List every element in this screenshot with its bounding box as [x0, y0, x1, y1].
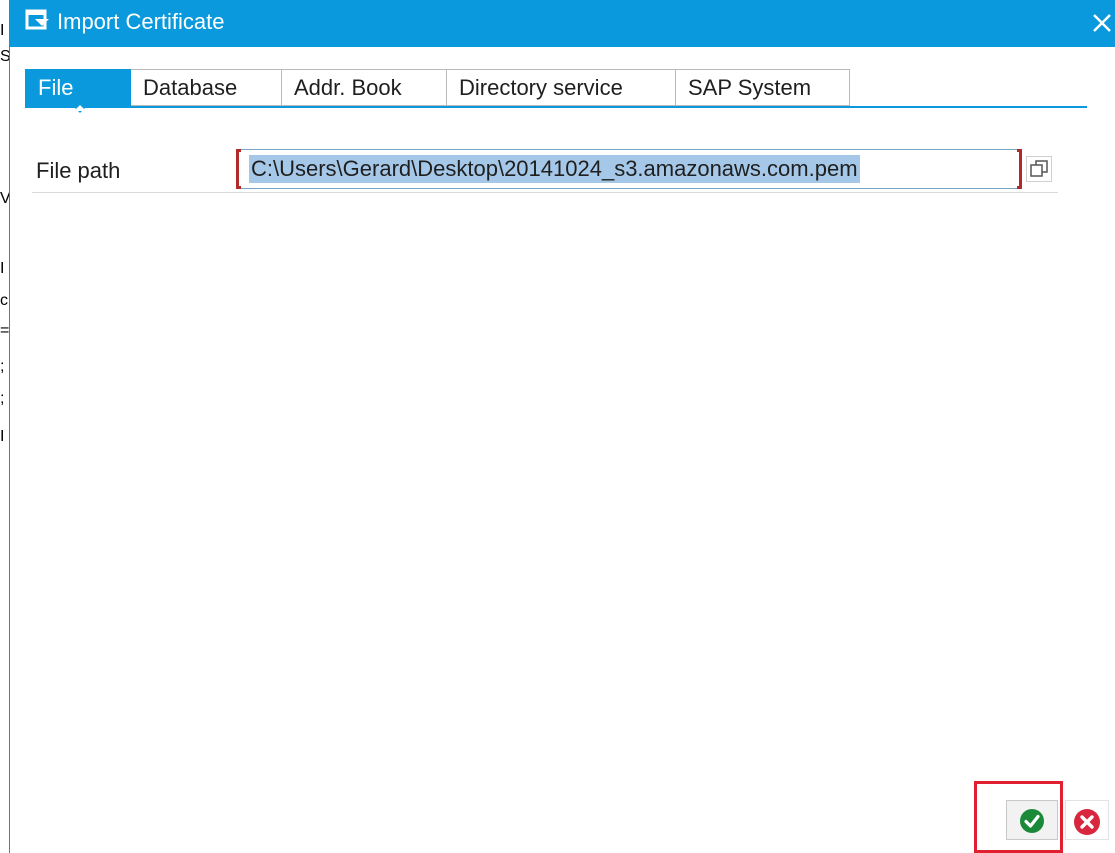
dialog-title-bar[interactable]: Import Certificate — [10, 0, 1115, 47]
file-path-input[interactable]: C:\Users\Gerard\Desktop\20141024_s3.amaz… — [238, 149, 1020, 189]
close-icon[interactable] — [1091, 12, 1113, 34]
tab-sap-system[interactable]: SAP System — [676, 69, 850, 106]
cancel-button[interactable] — [1065, 800, 1109, 840]
tab-label: Database — [143, 75, 238, 100]
required-marker-left — [236, 149, 241, 189]
import-certificate-dialog: Import Certificate File Database Addr. B… — [9, 0, 1115, 853]
tab-file[interactable]: File — [25, 69, 131, 113]
tab-addr-book[interactable]: Addr. Book — [282, 69, 447, 106]
dialog-icon — [25, 9, 51, 31]
file-path-field-wrapper: C:\Users\Gerard\Desktop\20141024_s3.amaz… — [236, 149, 1022, 189]
file-path-row: File path C:\Users\Gerard\Desktop\201410… — [32, 144, 1058, 193]
tab-label: Addr. Book — [294, 75, 402, 100]
dialog-title: Import Certificate — [57, 9, 225, 34]
cancel-icon — [1074, 809, 1100, 835]
required-marker-right — [1017, 149, 1022, 189]
tab-label: SAP System — [688, 75, 812, 100]
tab-directory-service[interactable]: Directory service — [447, 69, 676, 106]
file-path-label: File path — [36, 158, 121, 183]
value-help-icon[interactable] — [1026, 156, 1052, 182]
file-path-value: C:\Users\Gerard\Desktop\20141024_s3.amaz… — [249, 155, 860, 183]
tab-label: Directory service — [459, 75, 623, 100]
ok-button[interactable] — [1006, 800, 1058, 840]
tab-underline — [25, 106, 1087, 108]
tab-strip: File Database Addr. Book Directory servi… — [25, 69, 850, 113]
tab-database[interactable]: Database — [131, 69, 282, 106]
tab-label: File — [38, 75, 74, 100]
checkmark-icon — [1020, 809, 1044, 833]
